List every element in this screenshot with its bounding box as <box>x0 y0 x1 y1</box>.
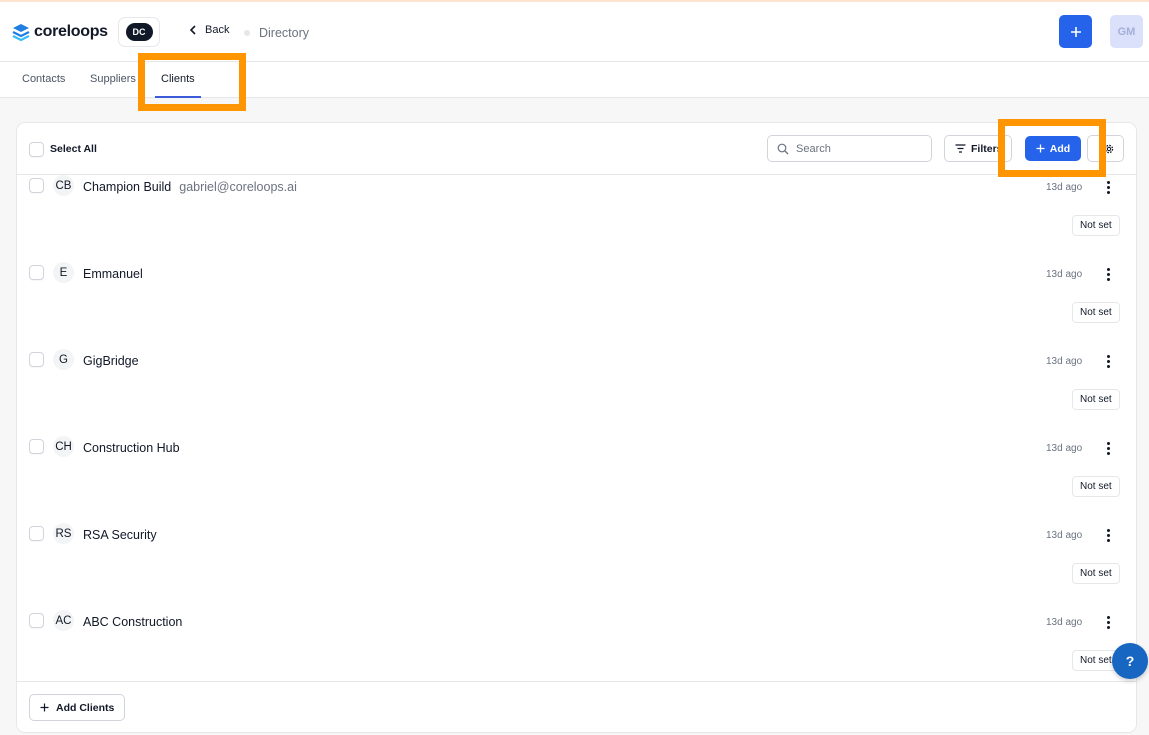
workspace-switcher[interactable]: DC <box>118 17 160 47</box>
add-clients-label: Add Clients <box>56 701 115 714</box>
back-button[interactable]: Back <box>189 24 229 36</box>
status-badge[interactable]: Not set <box>1072 563 1120 584</box>
tab-clients[interactable]: Clients <box>161 73 195 85</box>
clients-list: CB Champion Build gabriel@coreloops.ai 13… <box>17 175 1136 681</box>
list-item[interactable]: G GigBridge 13d ago Not set <box>17 349 1136 439</box>
client-name[interactable]: RSA Security <box>83 528 157 542</box>
filters-button[interactable]: Filters <box>944 135 1012 162</box>
client-name[interactable]: GigBridge <box>83 354 139 368</box>
tab-contacts[interactable]: Contacts <box>22 73 65 85</box>
plus-icon <box>40 703 49 712</box>
row-checkbox[interactable] <box>29 178 44 193</box>
plus-icon <box>1036 144 1045 153</box>
updated-time: 13d ago <box>1046 617 1083 628</box>
chevron-left-icon <box>189 25 196 35</box>
list-toolbar: Select All Filters Add <box>17 123 1136 175</box>
list-footer: Add Clients <box>17 681 1136 732</box>
filter-icon <box>955 144 966 153</box>
more-options-icon[interactable] <box>1107 529 1110 542</box>
more-options-icon[interactable] <box>1107 181 1110 194</box>
directory-tabs: Contacts Suppliers Clients <box>0 62 1149 98</box>
search-icon <box>777 143 789 154</box>
status-badge[interactable]: Not set <box>1072 302 1120 323</box>
client-initials: G <box>53 349 74 370</box>
search-box[interactable] <box>767 135 932 162</box>
help-button[interactable]: ? <box>1112 643 1148 679</box>
list-item[interactable]: AC ABC Construction 13d ago Not set <box>17 610 1136 681</box>
row-checkbox[interactable] <box>29 265 44 280</box>
coreloops-logo-icon <box>12 24 30 41</box>
row-checkbox[interactable] <box>29 613 44 628</box>
more-options-icon[interactable] <box>1107 268 1110 281</box>
client-initials: CB <box>53 175 74 196</box>
client-initials: RS <box>53 523 74 544</box>
status-badge[interactable]: Not set <box>1072 476 1120 497</box>
client-name[interactable]: ABC Construction <box>83 615 182 629</box>
gear-icon <box>1104 144 1114 153</box>
app-logo[interactable]: coreloops <box>11 23 108 41</box>
client-email: gabriel@coreloops.ai <box>179 180 297 194</box>
updated-time: 13d ago <box>1046 182 1083 193</box>
list-item[interactable]: CB Champion Build gabriel@coreloops.ai 13… <box>17 175 1136 265</box>
filters-label: Filters <box>971 142 1003 155</box>
select-all-checkbox[interactable] <box>29 142 44 157</box>
more-options-icon[interactable] <box>1107 442 1110 455</box>
user-avatar[interactable]: GM <box>1110 15 1143 48</box>
tab-suppliers[interactable]: Suppliers <box>90 73 136 85</box>
client-name[interactable]: Construction Hub <box>83 441 180 455</box>
updated-time: 13d ago <box>1046 530 1083 541</box>
add-button[interactable]: Add <box>1025 136 1081 161</box>
breadcrumb: Directory <box>259 26 310 40</box>
row-checkbox[interactable] <box>29 352 44 367</box>
client-initials: CH <box>53 436 74 457</box>
more-options-icon[interactable] <box>1107 616 1110 629</box>
app-name: coreloops <box>34 23 108 40</box>
create-new-button[interactable] <box>1059 15 1092 48</box>
client-name[interactable]: Champion Build gabriel@coreloops.ai <box>83 180 297 194</box>
clients-card: Select All Filters Add <box>16 122 1137 733</box>
updated-time: 13d ago <box>1046 443 1083 454</box>
add-label: Add <box>1049 142 1071 155</box>
row-checkbox[interactable] <box>29 526 44 541</box>
breadcrumb-separator <box>244 30 250 36</box>
list-item[interactable]: RS RSA Security 13d ago Not set <box>17 523 1136 613</box>
client-initials: AC <box>53 610 74 631</box>
updated-time: 13d ago <box>1046 269 1083 280</box>
status-badge[interactable]: Not set <box>1072 215 1120 236</box>
list-item[interactable]: E Emmanuel 13d ago Not set <box>17 262 1136 352</box>
workspace-badge: DC <box>125 23 153 41</box>
client-initials: E <box>53 262 74 283</box>
status-badge[interactable]: Not set <box>1072 389 1120 410</box>
add-clients-button[interactable]: Add Clients <box>29 694 126 721</box>
updated-time: 13d ago <box>1046 356 1083 367</box>
select-all-label: Select All <box>50 143 97 155</box>
back-label: Back <box>205 24 230 36</box>
row-checkbox[interactable] <box>29 439 44 454</box>
search-input[interactable] <box>796 142 916 155</box>
client-name[interactable]: Emmanuel <box>83 267 143 281</box>
list-item[interactable]: CH Construction Hub 13d ago Not set <box>17 436 1136 526</box>
more-options-icon[interactable] <box>1107 355 1110 368</box>
app-header: coreloops DC Back Directory GM <box>0 2 1149 62</box>
plus-icon <box>1070 26 1081 37</box>
settings-button[interactable] <box>1087 135 1124 162</box>
